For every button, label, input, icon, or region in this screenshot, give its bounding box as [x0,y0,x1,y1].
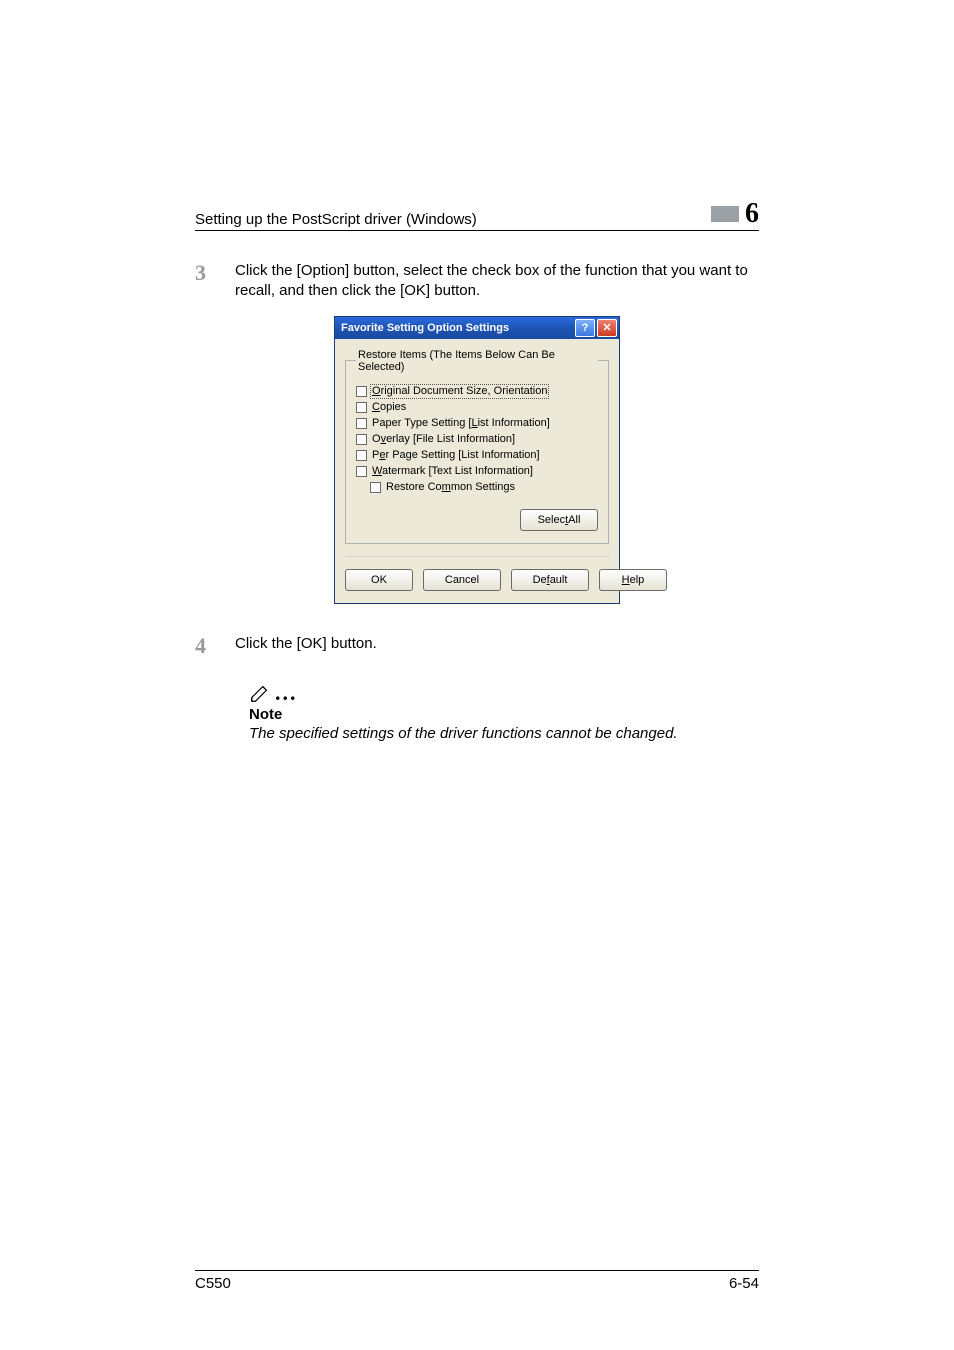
favorite-setting-dialog: Favorite Setting Option Settings ? ✕ Res… [334,316,620,604]
step-number: 4 [195,634,209,658]
checkbox-label: Copies [372,402,406,413]
checkbox-icon[interactable] [356,386,367,397]
note-head: ... [249,682,759,704]
note-text: The specified settings of the driver fun… [249,725,759,742]
checkbox-row-per-page[interactable]: Per Page Setting [List Information] [356,450,598,461]
chapter-bar [711,206,739,222]
step-text: Click the [OK] button. [235,634,377,658]
checkbox-icon[interactable] [356,466,367,477]
dialog-figure: Favorite Setting Option Settings ? ✕ Res… [195,316,759,604]
checkbox-icon[interactable] [356,402,367,413]
note-block: ... Note The specified settings of the d… [249,682,759,742]
ok-button[interactable]: OK [345,569,413,591]
checkbox-row-original[interactable]: Original Document Size, Orientation [356,386,598,397]
checkbox-icon[interactable] [356,434,367,445]
checkbox-row-watermark[interactable]: Watermark [Text List Information] [356,466,598,477]
group-legend: Restore Items (The Items Below Can Be Se… [356,349,598,373]
checkbox-label: Original Document Size, Orientation [372,386,547,397]
checkbox-icon[interactable] [356,418,367,429]
default-button[interactable]: Default [511,569,589,591]
checkbox-icon[interactable] [370,482,381,493]
page-footer: C550 6-54 [195,1270,759,1292]
checkbox-label: Overlay [File List Information] [372,434,515,445]
dialog-body: Restore Items (The Items Below Can Be Se… [335,339,619,603]
titlebar-help-button[interactable]: ? [575,319,595,337]
checkbox-label: Paper Type Setting [List Information] [372,418,550,429]
chapter-badge: 6 [711,200,759,228]
step-4: 4 Click the [OK] button. [195,634,759,658]
checkbox-label: Watermark [Text List Information] [372,466,533,477]
note-pencil-icon [249,682,271,704]
checkbox-row-common[interactable]: Restore Common Settings [370,482,598,493]
checkbox-row-paper-type[interactable]: Paper Type Setting [List Information] [356,418,598,429]
step-text: Click the [Option] button, select the ch… [235,261,759,302]
help-button[interactable]: Help [599,569,667,591]
header-title: Setting up the PostScript driver (Window… [195,211,477,228]
restore-items-group: Restore Items (The Items Below Can Be Se… [345,349,609,544]
checkbox-label: Per Page Setting [List Information] [372,450,540,461]
cancel-button[interactable]: Cancel [423,569,501,591]
titlebar-close-button[interactable]: ✕ [597,319,617,337]
footer-left: C550 [195,1275,231,1292]
checkbox-row-copies[interactable]: Copies [356,402,598,413]
dialog-button-row: OK Cancel Default Help [345,556,609,591]
select-all-button[interactable]: Select All [520,509,598,531]
checkbox-icon[interactable] [356,450,367,461]
checkbox-label: Restore Common Settings [386,482,515,493]
note-label: Note [249,706,759,723]
page-header: Setting up the PostScript driver (Window… [195,200,759,231]
select-all-row: Select All [356,509,598,531]
footer-right: 6-54 [729,1275,759,1292]
dialog-titlebar: Favorite Setting Option Settings ? ✕ [335,317,619,339]
checkbox-row-overlay[interactable]: Overlay [File List Information] [356,434,598,445]
step-number: 3 [195,261,209,302]
note-dots: ... [275,682,298,704]
dialog-title: Favorite Setting Option Settings [341,322,573,334]
chapter-number: 6 [745,200,759,228]
step-3: 3 Click the [Option] button, select the … [195,261,759,302]
